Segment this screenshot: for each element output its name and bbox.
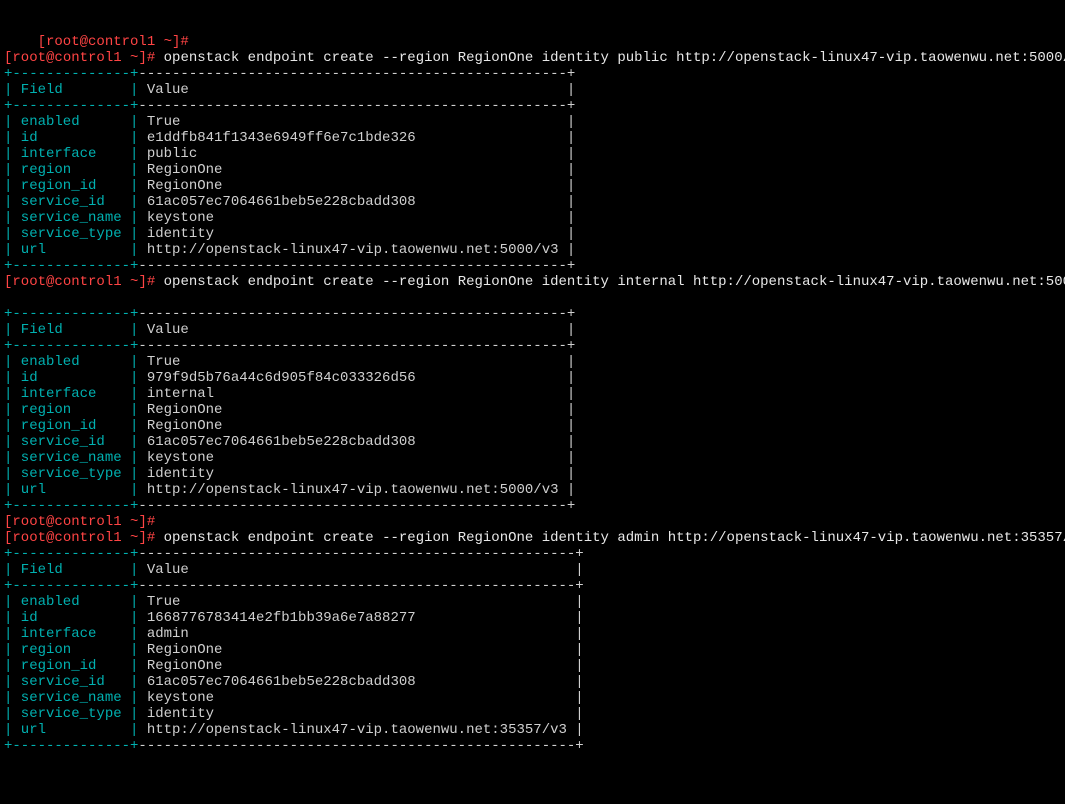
- table-cell-field: | service_type |: [4, 226, 138, 242]
- table-border-col2: ----------------------------------------…: [138, 258, 575, 274]
- prompt-path: ~: [122, 274, 139, 290]
- table-border-col1: +--------------+: [4, 66, 138, 82]
- table-cell-field: | service_id |: [4, 674, 138, 690]
- table-cell-field: | interface |: [4, 626, 138, 642]
- table-cell-field: | enabled |: [4, 594, 138, 610]
- table-cell-field: | id |: [4, 370, 138, 386]
- table-cell-field: | service_name |: [4, 450, 138, 466]
- table-border-col2: ----------------------------------------…: [138, 66, 575, 82]
- table-cell-field: | service_type |: [4, 706, 138, 722]
- table-cell-value: http://openstack-linux47-vip.taowenwu.ne…: [138, 242, 575, 258]
- prompt-bracket-close: ]#: [138, 50, 163, 66]
- table-border-col1: +--------------+: [4, 98, 138, 114]
- prompt-path: ~: [122, 514, 139, 530]
- table-cell-value: True |: [138, 354, 575, 370]
- table-cell-field: | region |: [4, 162, 138, 178]
- table-cell-value: 61ac057ec7064661beb5e228cbadd308 |: [138, 194, 575, 210]
- table-cell-value: True |: [138, 114, 575, 130]
- table-cell-value: RegionOne |: [138, 178, 575, 194]
- table-cell-field: | enabled |: [4, 354, 138, 370]
- table-cell-field: | url |: [4, 482, 138, 498]
- table-cell-value: 979f9d5b76a44c6d905f84c033326d56 |: [138, 370, 575, 386]
- table-cell-value: public |: [138, 146, 575, 162]
- prompt-bracket-close: ]#: [138, 274, 163, 290]
- prompt-userhost: root@control1: [12, 274, 121, 290]
- table-cell-value: http://openstack-linux47-vip.taowenwu.ne…: [138, 722, 583, 738]
- table-cell-field: | region_id |: [4, 658, 138, 674]
- table-header-value: Value |: [138, 562, 583, 578]
- table-cell-value: 61ac057ec7064661beb5e228cbadd308 |: [138, 434, 575, 450]
- table-border-col2: ----------------------------------------…: [138, 546, 583, 562]
- table-cell-field: | region |: [4, 402, 138, 418]
- table-header-value: Value |: [138, 322, 575, 338]
- table-cell-field: | service_name |: [4, 210, 138, 226]
- terminal-output[interactable]: [root@control1 ~]# [root@control1 ~]# op…: [4, 34, 1061, 754]
- prompt-path: ~: [122, 50, 139, 66]
- table-border-col2: ----------------------------------------…: [138, 98, 575, 114]
- table-cell-value: identity |: [138, 706, 583, 722]
- table-cell-field: | region_id |: [4, 418, 138, 434]
- table-cell-value: identity |: [138, 466, 575, 482]
- table-border-col2: ----------------------------------------…: [138, 578, 583, 594]
- table-cell-value: RegionOne |: [138, 402, 575, 418]
- table-cell-field: | service_type |: [4, 466, 138, 482]
- table-border-col1: +--------------+: [4, 738, 138, 754]
- table-header-value: Value |: [138, 82, 575, 98]
- table-cell-field: | id |: [4, 130, 138, 146]
- table-cell-value: True |: [138, 594, 583, 610]
- table-cell-value: 1668776783414e2fb1bb39a6e7a88277 |: [138, 610, 583, 626]
- table-cell-value: keystone |: [138, 210, 575, 226]
- table-cell-field: | service_id |: [4, 434, 138, 450]
- table-border-col1: +--------------+: [4, 546, 138, 562]
- command-input[interactable]: openstack endpoint create --region Regio…: [164, 274, 1065, 290]
- table-cell-field: | region |: [4, 642, 138, 658]
- table-border-col2: ----------------------------------------…: [138, 498, 575, 514]
- table-cell-field: | url |: [4, 242, 138, 258]
- prompt-userhost: root@control1: [12, 514, 121, 530]
- table-border-col1: +--------------+: [4, 258, 138, 274]
- prompt-bracket-close: ]#: [138, 514, 163, 530]
- table-cell-value: RegionOne |: [138, 658, 583, 674]
- table-border-col1: +--------------+: [4, 578, 138, 594]
- table-cell-field: | service_id |: [4, 194, 138, 210]
- table-cell-field: | interface |: [4, 386, 138, 402]
- table-cell-field: | enabled |: [4, 114, 138, 130]
- table-border-col1: +--------------+: [4, 498, 138, 514]
- table-cell-value: RegionOne |: [138, 162, 575, 178]
- table-header-field: | Field |: [4, 322, 138, 338]
- table-cell-value: keystone |: [138, 690, 583, 706]
- command-input[interactable]: openstack endpoint create --region Regio…: [164, 50, 1065, 66]
- table-header-field: | Field |: [4, 562, 138, 578]
- table-cell-field: | id |: [4, 610, 138, 626]
- prompt-userhost: root@control1: [12, 530, 121, 546]
- table-header-field: | Field |: [4, 82, 138, 98]
- table-cell-field: | interface |: [4, 146, 138, 162]
- table-border-col2: ----------------------------------------…: [138, 338, 575, 354]
- prompt-userhost: root@control1: [12, 50, 121, 66]
- table-border-col2: ----------------------------------------…: [138, 306, 575, 322]
- table-cell-value: http://openstack-linux47-vip.taowenwu.ne…: [138, 482, 575, 498]
- table-cell-field: | region_id |: [4, 178, 138, 194]
- table-cell-field: | url |: [4, 722, 138, 738]
- prompt-truncated: [root@control1 ~]#: [4, 34, 197, 50]
- table-cell-value: RegionOne |: [138, 642, 583, 658]
- prompt-bracket-close: ]#: [138, 530, 163, 546]
- table-border-col1: +--------------+: [4, 338, 138, 354]
- table-cell-value: admin |: [138, 626, 583, 642]
- table-cell-value: internal |: [138, 386, 575, 402]
- table-cell-value: keystone |: [138, 450, 575, 466]
- command-input[interactable]: openstack endpoint create --region Regio…: [164, 530, 1065, 546]
- table-border-col1: +--------------+: [4, 306, 138, 322]
- table-cell-value: 61ac057ec7064661beb5e228cbadd308 |: [138, 674, 583, 690]
- table-cell-field: | service_name |: [4, 690, 138, 706]
- table-cell-value: identity |: [138, 226, 575, 242]
- prompt-path: ~: [122, 530, 139, 546]
- table-cell-value: RegionOne |: [138, 418, 575, 434]
- table-border-col2: ----------------------------------------…: [138, 738, 583, 754]
- table-cell-value: e1ddfb841f1343e6949ff6e7c1bde326 |: [138, 130, 575, 146]
